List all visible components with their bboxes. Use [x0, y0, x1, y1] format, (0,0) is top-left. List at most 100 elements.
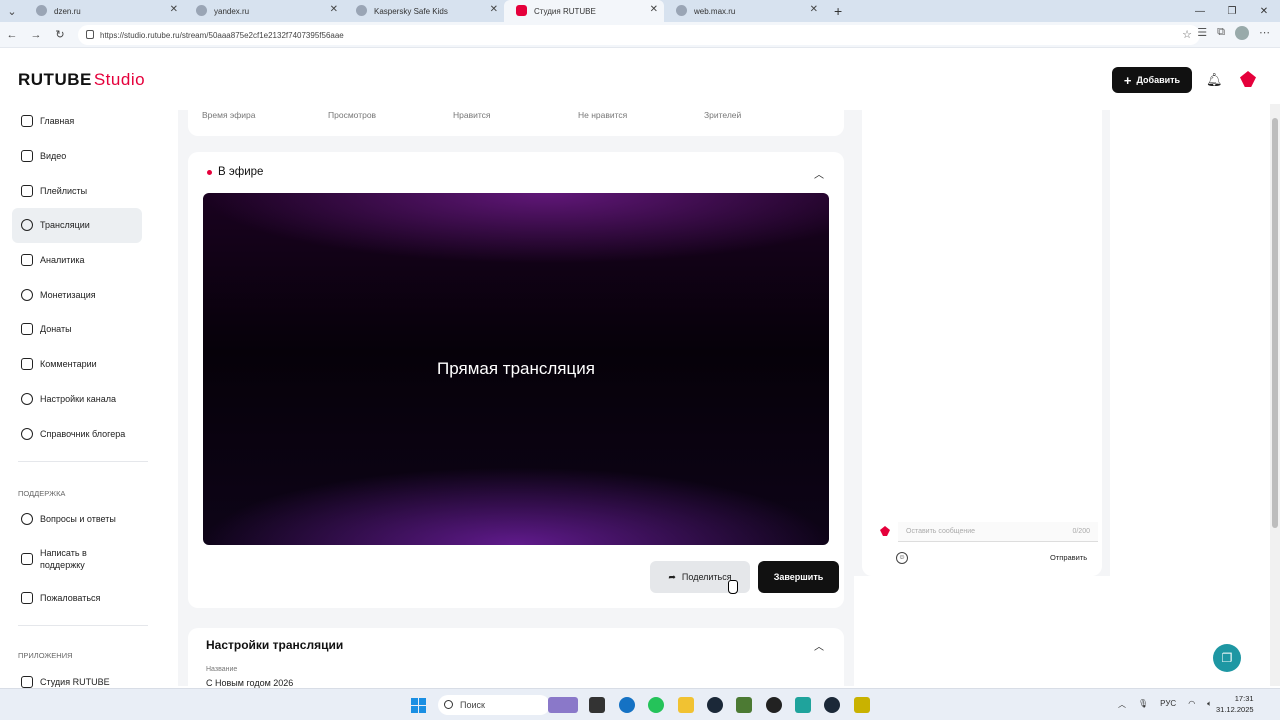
support-chat-button[interactable]: ❐ — [1213, 644, 1241, 672]
sidebar-item-label: Справочник блогера — [40, 428, 126, 439]
widget-icon[interactable] — [548, 697, 578, 713]
video-icon — [21, 150, 33, 163]
lock-icon — [86, 30, 94, 39]
windows-start-icon[interactable] — [411, 698, 426, 713]
sidebar-item-channel-settings[interactable]: Настройки канала — [12, 382, 142, 417]
steam-icon[interactable] — [707, 697, 723, 713]
browser-tab[interactable]: web.max.ru ✕ — [664, 0, 824, 22]
edge-browser-icon[interactable] — [619, 697, 635, 713]
profile-icon[interactable] — [1235, 26, 1249, 40]
end-stream-button[interactable]: Завершить — [758, 561, 839, 593]
playlist-icon — [21, 184, 33, 197]
sidebar-item-label: Настройки канала — [40, 393, 117, 404]
sidebar-item-video[interactable]: Видео — [12, 139, 142, 174]
new-tab-icon[interactable]: + — [834, 3, 842, 19]
collapse-chevron-icon[interactable]: ︿ — [814, 638, 824, 653]
browser-toolbar: ☰ ⧉ ⋯ — [1197, 26, 1270, 40]
stat-likes-label: Нравится — [453, 110, 491, 120]
chevron-up-icon[interactable]: ︿ — [1118, 699, 1126, 710]
restore-icon[interactable]: ❐ — [1216, 0, 1248, 22]
bookmark-star-icon[interactable]: ☆ — [1182, 28, 1192, 41]
close-tab-icon[interactable]: ✕ — [170, 4, 178, 15]
logo-studio-text: Studio — [93, 70, 146, 89]
clock-date: 31.12.2025 — [1216, 705, 1254, 714]
close-tab-icon[interactable]: ✕ — [330, 4, 338, 15]
sidebar-item-report[interactable]: Пожаловаться — [12, 581, 142, 616]
steam-icon[interactable] — [824, 697, 840, 713]
sidebar-item-label: Трансляции — [40, 220, 90, 231]
extensions-icon[interactable]: ⧉ — [1217, 26, 1225, 40]
favorites-icon[interactable]: ☰ — [1197, 26, 1207, 40]
close-tab-icon[interactable]: ✕ — [490, 4, 498, 15]
sidebar-item-write-support[interactable]: Написать в поддержку — [12, 537, 142, 581]
sidebar-item-faq[interactable]: Вопросы и ответы — [12, 502, 142, 537]
stream-name-field[interactable]: С Новым годом 2026 — [206, 678, 293, 688]
stream-preview[interactable]: Прямая трансляция — [203, 193, 829, 545]
sidebar-item-broadcasts[interactable]: Трансляции — [12, 208, 142, 243]
sidebar-divider — [18, 625, 148, 627]
sidebar-item-donations[interactable]: Донаты — [12, 312, 142, 347]
app-icon[interactable] — [854, 697, 870, 713]
tab-title: dzen.ru — [54, 6, 81, 16]
sidebar: Главная Видео Плейлисты Трансляции Анали… — [12, 104, 162, 699]
sidebar-item-label: Плейлисты — [40, 185, 88, 196]
menu-icon[interactable]: ⋯ — [1259, 26, 1270, 40]
close-tab-icon[interactable]: ✕ — [650, 4, 658, 15]
close-tab-icon[interactable]: ✕ — [810, 4, 818, 15]
back-icon[interactable]: ← — [0, 29, 24, 41]
sidebar-item-analytics[interactable]: Аналитика — [12, 243, 142, 278]
url-field[interactable]: https://studio.rutube.ru/stream/50aaa875… — [78, 25, 1200, 45]
home-icon — [21, 115, 33, 128]
emoji-icon[interactable]: ☺ — [896, 552, 908, 564]
language-indicator[interactable]: РУС — [1160, 699, 1176, 710]
browser-tab[interactable]: Kaspersky Safe Kids ✕ — [344, 0, 504, 22]
app-icon[interactable] — [766, 697, 782, 713]
sidebar-item-comments[interactable]: Комментарии — [12, 347, 142, 382]
whatsapp-icon[interactable] — [648, 697, 664, 713]
app-icon — [21, 675, 33, 688]
favicon-icon — [356, 5, 367, 16]
close-window-icon[interactable]: ✕ — [1248, 0, 1280, 22]
file-explorer-icon[interactable] — [678, 697, 694, 713]
sidebar-item-blogger-guide[interactable]: Справочник блогера — [12, 416, 142, 451]
ruble-icon — [21, 288, 33, 301]
sidebar-item-label: Написать в поддержку — [40, 547, 87, 570]
wifi-icon[interactable]: ◠ — [1188, 699, 1195, 710]
browser-tab[interactable]: yandex.ru ✕ — [184, 0, 344, 22]
help-icon — [21, 513, 33, 526]
task-view-icon[interactable] — [589, 697, 605, 713]
minimize-icon[interactable]: — — [1184, 0, 1216, 22]
browser-tab[interactable]: dzen.ru ✕ — [24, 0, 184, 22]
minecraft-icon[interactable] — [736, 697, 752, 713]
page-scrollbar[interactable] — [1270, 104, 1280, 686]
collapse-chevron-icon[interactable]: ︿ — [814, 166, 824, 181]
send-button[interactable]: Отправить — [1050, 553, 1087, 562]
taskbar-search[interactable]: Поиск — [438, 695, 550, 715]
chat-message-input[interactable]: Оставить сообщение 0/200 — [898, 522, 1098, 542]
chat-card: Оставить сообщение 0/200 ☺ Отправить — [862, 110, 1102, 576]
stats-card: Время эфира Просмотров Нравится Не нрави… — [188, 110, 844, 136]
forward-icon[interactable]: → — [24, 29, 48, 41]
notifications-bell-icon[interactable]: 🔔︎ — [1206, 72, 1223, 88]
reload-icon[interactable]: ↻ — [48, 28, 72, 41]
user-avatar[interactable] — [1240, 71, 1256, 87]
add-button[interactable]: + Добавить — [1112, 67, 1192, 93]
chat-char-counter: 0/200 — [1072, 528, 1090, 535]
browser-tab-active[interactable]: Студия RUTUBE ✕ — [504, 0, 664, 22]
sidebar-item-label: Донаты — [40, 324, 72, 335]
sidebar-item-label: Комментарии — [40, 359, 97, 370]
sidebar-item-monetization[interactable]: Монетизация — [12, 277, 142, 312]
tab-list-icon[interactable]: ⌄ — [0, 5, 24, 18]
volume-icon[interactable]: 🔈︎ — [1207, 699, 1212, 710]
rutube-studio-logo[interactable]: RUTUBE Studio — [18, 70, 145, 90]
app-icon[interactable] — [795, 697, 811, 713]
clock-time: 17:31 — [1234, 694, 1254, 703]
stat-views-label: Просмотров — [328, 110, 377, 120]
microphone-icon[interactable]: 🎙︎ — [1138, 699, 1148, 710]
scrollbar-thumb[interactable] — [1272, 118, 1278, 528]
sidebar-item-home[interactable]: Главная — [12, 104, 142, 139]
logo-text: RUTUBE — [18, 70, 92, 89]
taskbar-clock[interactable]: 17:31 31.12.2025 — [1216, 693, 1254, 715]
gear-icon — [21, 392, 33, 405]
sidebar-item-playlists[interactable]: Плейлисты — [12, 173, 142, 208]
